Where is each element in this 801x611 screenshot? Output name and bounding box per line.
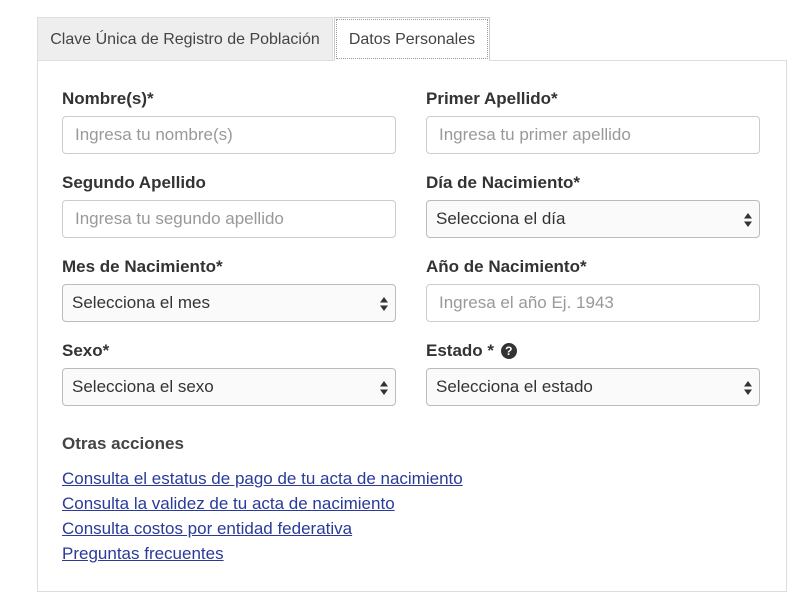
dia-nacimiento-select[interactable]: Selecciona el día (426, 200, 760, 238)
link-costos-entidad[interactable]: Consulta costos por entidad federativa (62, 519, 352, 539)
dia-nacimiento-label: Día de Nacimiento* (426, 173, 580, 192)
select-arrows-icon (744, 381, 752, 395)
link-validez-acta[interactable]: Consulta la validez de tu acta de nacimi… (62, 494, 395, 514)
segundo-apellido-label: Segundo Apellido (62, 173, 206, 192)
link-estatus-pago[interactable]: Consulta el estatus de pago de tu acta d… (62, 469, 463, 489)
primer-apellido-input[interactable] (426, 116, 760, 154)
sexo-value: Selecciona el sexo (72, 377, 214, 396)
estado-label: Estado * (426, 341, 495, 360)
estado-select[interactable]: Selecciona el estado (426, 368, 760, 406)
nombre-label: Nombre(s)* (62, 89, 154, 108)
tab-datos-personales[interactable]: Datos Personales (334, 17, 490, 61)
nombre-input[interactable] (62, 116, 396, 154)
segundo-apellido-input[interactable] (62, 200, 396, 238)
estado-label-wrap: Estado * ? (426, 341, 517, 361)
anio-nacimiento-label: Año de Nacimiento* (426, 257, 587, 276)
otras-acciones-title: Otras acciones (62, 434, 184, 453)
mes-nacimiento-value: Selecciona el mes (72, 293, 210, 312)
tab-curp[interactable]: Clave Única de Registro de Población (37, 17, 333, 60)
link-preguntas-frecuentes[interactable]: Preguntas frecuentes (62, 544, 224, 564)
primer-apellido-label: Primer Apellido* (426, 89, 558, 108)
sexo-label: Sexo* (62, 341, 110, 360)
question-circle-icon[interactable]: ? (500, 343, 517, 359)
select-arrows-icon (744, 213, 752, 227)
mes-nacimiento-select[interactable]: Selecciona el mes (62, 284, 396, 322)
estado-value: Selecciona el estado (436, 377, 593, 396)
select-arrows-icon (380, 297, 388, 311)
sexo-select[interactable]: Selecciona el sexo (62, 368, 396, 406)
select-arrows-icon (380, 381, 388, 395)
dia-nacimiento-value: Selecciona el día (436, 209, 566, 228)
anio-nacimiento-input[interactable] (426, 284, 760, 322)
mes-nacimiento-label: Mes de Nacimiento* (62, 257, 223, 276)
